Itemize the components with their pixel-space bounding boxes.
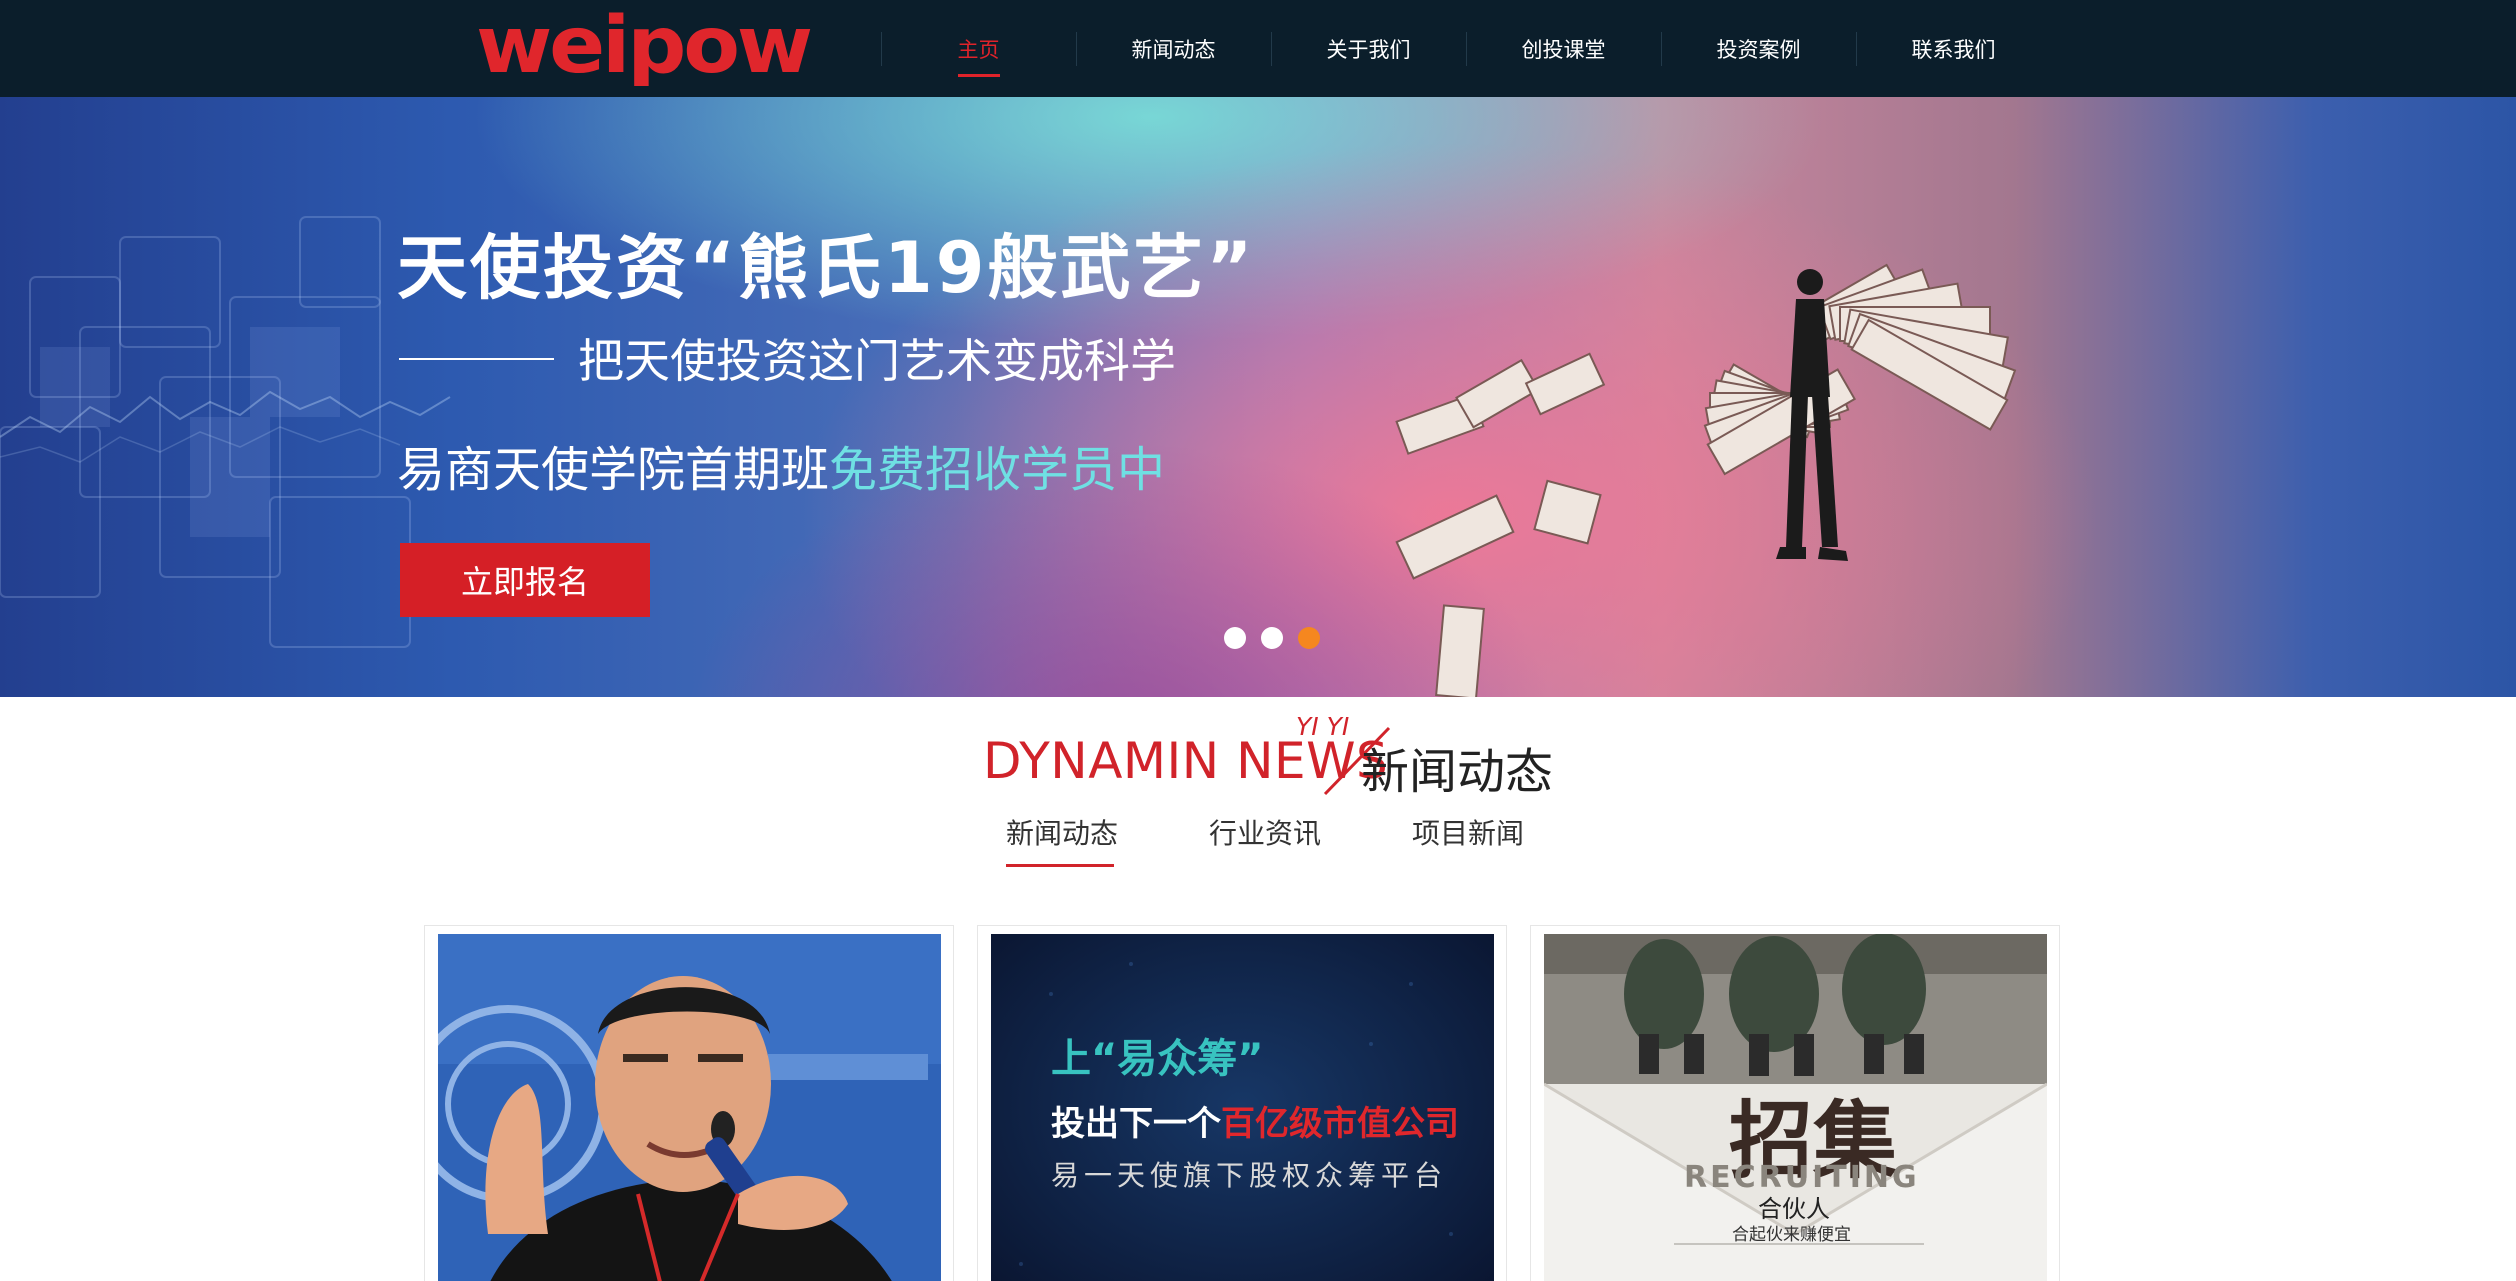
banner-subtitle: 把天使投资这门艺术变成科学 (578, 334, 1176, 388)
poster-small-text: 合起伙来赚便宜 (1732, 1225, 1851, 1245)
nav-item-contact[interactable]: 联系我们 (1856, 0, 2051, 97)
nav-item-cases[interactable]: 投资案例 (1661, 0, 1856, 97)
weipow-logo[interactable]: weipow (474, 6, 814, 86)
nav-item-classroom[interactable]: 创投课堂 (1466, 0, 1661, 97)
poster-line-3: 易一天使旗下股权众筹平台 (1051, 1159, 1448, 1192)
poster-sub-text: 合伙人 (1758, 1195, 1830, 1223)
tab-news[interactable]: 新闻动态 (1006, 812, 1209, 867)
recruiting-poster: 招集 RECRUITING 合伙人 合起伙来赚便宜 (1544, 934, 2047, 1281)
tab-industry[interactable]: 行业资讯 (1209, 812, 1412, 862)
carousel-dot-1[interactable] (1224, 627, 1246, 649)
carousel-dot-3[interactable] (1298, 627, 1320, 649)
news-title-chinese: 新闻动态 (1361, 744, 1554, 800)
main-nav: 主页 新闻动态 关于我们 创投课堂 投资案例 联系我们 (881, 0, 2051, 97)
enrollment-highlight: 免费招收学员中 (829, 442, 1166, 498)
banner-divider (399, 358, 554, 360)
poster-line-2-prefix: 投出下一个 (1051, 1104, 1221, 1144)
news-card[interactable]: 上“易众筹” 投出下一个百亿级市值公司 易一天使旗下股权众筹平台 (977, 925, 1507, 1281)
news-card[interactable] (424, 925, 954, 1281)
speaker-photo (438, 934, 941, 1281)
nav-item-news[interactable]: 新闻动态 (1076, 0, 1271, 97)
news-section-title: DYNAMIN NEWS YI YI 新闻动态 (983, 712, 1583, 800)
enrollment-prefix: 易商天使学院首期班 (397, 442, 830, 498)
site-header: weipow 主页 新闻动态 关于我们 创投课堂 投资案例 联系我们 (0, 0, 2516, 97)
carousel-dot-2[interactable] (1261, 627, 1283, 649)
banner-enrollment-text: 易商天使学院首期班免费招收学员中 (397, 430, 1165, 500)
news-cards: 上“易众筹” 投出下一个百亿级市值公司 易一天使旗下股权众筹平台 招集 RECR… (424, 925, 2060, 1281)
svg-text:weipow: weipow (476, 6, 811, 86)
nav-item-about[interactable]: 关于我们 (1271, 0, 1466, 97)
hero-banner: 天使投资“熊氏19般武艺” 把天使投资这门艺术变成科学 易商天使学院首期班免费招… (0, 97, 2516, 697)
crowdfunding-poster: 上“易众筹” 投出下一个百亿级市值公司 易一天使旗下股权众筹平台 (991, 934, 1494, 1281)
poster-line-2-highlight: 百亿级市值公司 (1221, 1104, 1459, 1144)
news-tabs: 新闻动态 行业资讯 项目新闻 (1006, 812, 1524, 872)
money-wings-illustration (1395, 263, 2017, 697)
tab-projects[interactable]: 项目新闻 (1412, 812, 1524, 862)
register-now-button[interactable]: 立即报名 (400, 543, 650, 617)
news-card[interactable]: 招集 RECRUITING 合伙人 合起伙来赚便宜 (1530, 925, 2060, 1281)
carousel-indicators (1224, 627, 1320, 649)
poster-line-2: 投出下一个百亿级市值公司 (1051, 1096, 1459, 1145)
nav-item-home[interactable]: 主页 (881, 0, 1076, 97)
poster-line-1: 上“易众筹” (1051, 1036, 1264, 1082)
data-graphic-decoration (0, 216, 451, 648)
banner-title: 天使投资“熊氏19般武艺” (397, 227, 1256, 309)
